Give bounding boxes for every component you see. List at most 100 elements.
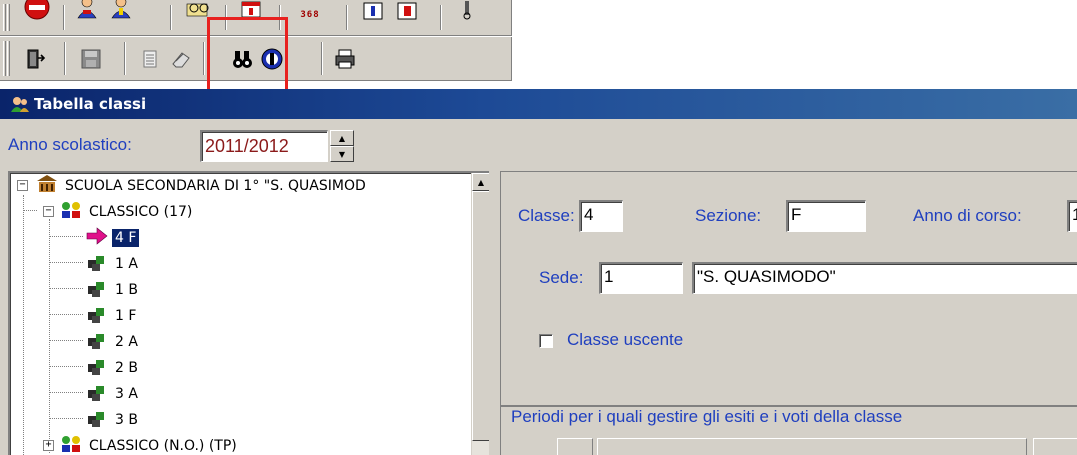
stop-button[interactable] [22, 0, 52, 22]
tree-item-label: 1 F [115, 308, 137, 324]
school-building-icon [36, 174, 58, 198]
anno-spinner[interactable]: ▲ ▼ [330, 130, 354, 162]
tree-item-label: 3 B [115, 412, 138, 428]
sede-label: Sede: [539, 268, 584, 287]
tree-item-label: 2 A [115, 334, 138, 350]
classe-uscente-label: Classe uscente [567, 330, 684, 349]
class-blocks-icon [86, 382, 108, 406]
cancel-button[interactable] [257, 44, 287, 74]
triangle-down-icon: ▼ [338, 149, 346, 159]
edit-glasses-icon [185, 0, 213, 20]
user-button[interactable] [106, 0, 136, 22]
wrench-icon [457, 0, 477, 21]
sede-code-field[interactable]: 1 [599, 262, 683, 294]
toolbar-grip[interactable] [3, 41, 6, 76]
triangle-up-icon: ▲ [477, 177, 485, 187]
tree-item-4f[interactable]: 4 F [86, 225, 140, 251]
tree-item-3a[interactable]: 3 A [86, 381, 141, 407]
eraser-button[interactable] [166, 44, 196, 74]
tree-item-label: 3 A [115, 386, 138, 402]
toolbar-grip[interactable] [7, 41, 10, 76]
triangle-up-icon: ▲ [338, 133, 346, 143]
tree-item-2a[interactable]: 2 A [86, 329, 141, 355]
class-blocks-icon [86, 252, 108, 276]
spin-up-button[interactable]: ▲ [330, 130, 354, 146]
window-title: Tabella classi [34, 95, 147, 113]
tree-item-1a[interactable]: 1 A [86, 251, 141, 277]
list-button[interactable] [136, 44, 166, 74]
anno-di-corso-field[interactable]: 1 [1067, 200, 1077, 232]
spin-down-button[interactable]: ▼ [330, 146, 354, 162]
classes-tree[interactable]: − SCUOLA SECONDARIA DI 1° "S. QUASIMOD −… [8, 171, 489, 455]
sezione-label: Sezione: [695, 206, 762, 225]
save-disk-icon [80, 48, 102, 70]
eraser-icon [170, 48, 192, 70]
stop-icon [24, 0, 50, 20]
save-button[interactable] [76, 44, 106, 74]
info-icon [361, 0, 385, 21]
tree-group-classico[interactable]: CLASSICO (17) [60, 199, 195, 225]
edit-glasses-button[interactable] [184, 0, 214, 22]
wrench-button[interactable] [452, 0, 482, 24]
main-toolbar [0, 37, 512, 81]
counter-text: 368 [300, 10, 320, 20]
tree-group-classico-no[interactable]: CLASSICO (N.O.) (TP) [60, 433, 240, 455]
scroll-thumb[interactable] [472, 191, 489, 441]
tree-group-label: CLASSICO (N.O.) (TP) [89, 438, 237, 454]
tree-item-3b[interactable]: 3 B [86, 407, 141, 433]
exit-button[interactable] [20, 44, 50, 74]
tree-item-1b[interactable]: 1 B [86, 277, 141, 303]
pink-arrow-icon [86, 227, 108, 249]
tree-root-label: SCUOLA SECONDARIA DI 1° "S. QUASIMOD [65, 178, 366, 194]
sezione-field[interactable]: F [786, 200, 866, 232]
class-blocks-icon [86, 330, 108, 354]
printer-icon [333, 47, 357, 71]
tree-item-label: 1 B [115, 282, 138, 298]
class-blocks-icon [86, 278, 108, 302]
calendar-button[interactable] [236, 0, 266, 22]
tree-group-label: CLASSICO (17) [89, 204, 193, 220]
anno-scolastico-field[interactable]: 2011/2012 [200, 130, 328, 162]
class-blocks-icon [86, 356, 108, 380]
tree-root-school[interactable]: SCUOLA SECONDARIA DI 1° "S. QUASIMOD [36, 173, 369, 199]
period-extra-cell [1033, 438, 1077, 455]
flag-icon [395, 0, 419, 21]
info-button[interactable] [358, 0, 388, 24]
cancel-circle-icon [260, 47, 284, 71]
toolbar-grip[interactable] [3, 4, 6, 31]
period-checkbox-cell[interactable] [557, 438, 593, 455]
anno-scolastico-label: Anno scolastico: [8, 135, 132, 154]
periods-label: Periodi per i quali gestire gli esiti e … [511, 407, 903, 426]
scroll-up-button[interactable]: ▲ [472, 173, 489, 191]
sede-name-field[interactable]: "S. QUASIMODO" [692, 262, 1077, 294]
counter-button[interactable]: 368 [288, 0, 332, 30]
toolbar-grip[interactable] [7, 4, 10, 31]
periods-panel: Periodi per i quali gestire gli esiti e … [500, 405, 1077, 455]
collapse-root-button[interactable]: − [17, 180, 28, 191]
window-icon [10, 95, 30, 117]
exit-door-icon [23, 47, 47, 71]
classe-uscente-checkbox[interactable] [539, 334, 553, 348]
expand-group-button[interactable]: + [43, 440, 54, 451]
users-icon [74, 0, 100, 20]
class-blocks-icon [86, 408, 108, 432]
find-button[interactable] [228, 44, 258, 74]
tree-item-label: 1 A [115, 256, 138, 272]
collapse-group-button[interactable]: − [43, 206, 54, 217]
user-icon [108, 0, 134, 20]
print-button[interactable] [330, 44, 360, 74]
tree-item-1f[interactable]: 1 F [86, 303, 139, 329]
tree-item-label: 2 B [115, 360, 138, 376]
tree-scrollbar[interactable]: ▲ [471, 173, 489, 455]
group-icon [60, 434, 82, 455]
class-blocks-icon [86, 304, 108, 328]
tree-item-2b[interactable]: 2 B [86, 355, 141, 381]
classe-label: Classe: [518, 206, 575, 225]
calendar-icon [238, 0, 264, 20]
title-bar: Tabella classi [0, 89, 1077, 119]
classe-field[interactable]: 4 [579, 200, 623, 232]
flag-button[interactable] [392, 0, 422, 24]
users-button[interactable] [72, 0, 102, 22]
tree-item-label: 4 F [112, 229, 140, 247]
find-binoculars-icon [231, 47, 255, 71]
